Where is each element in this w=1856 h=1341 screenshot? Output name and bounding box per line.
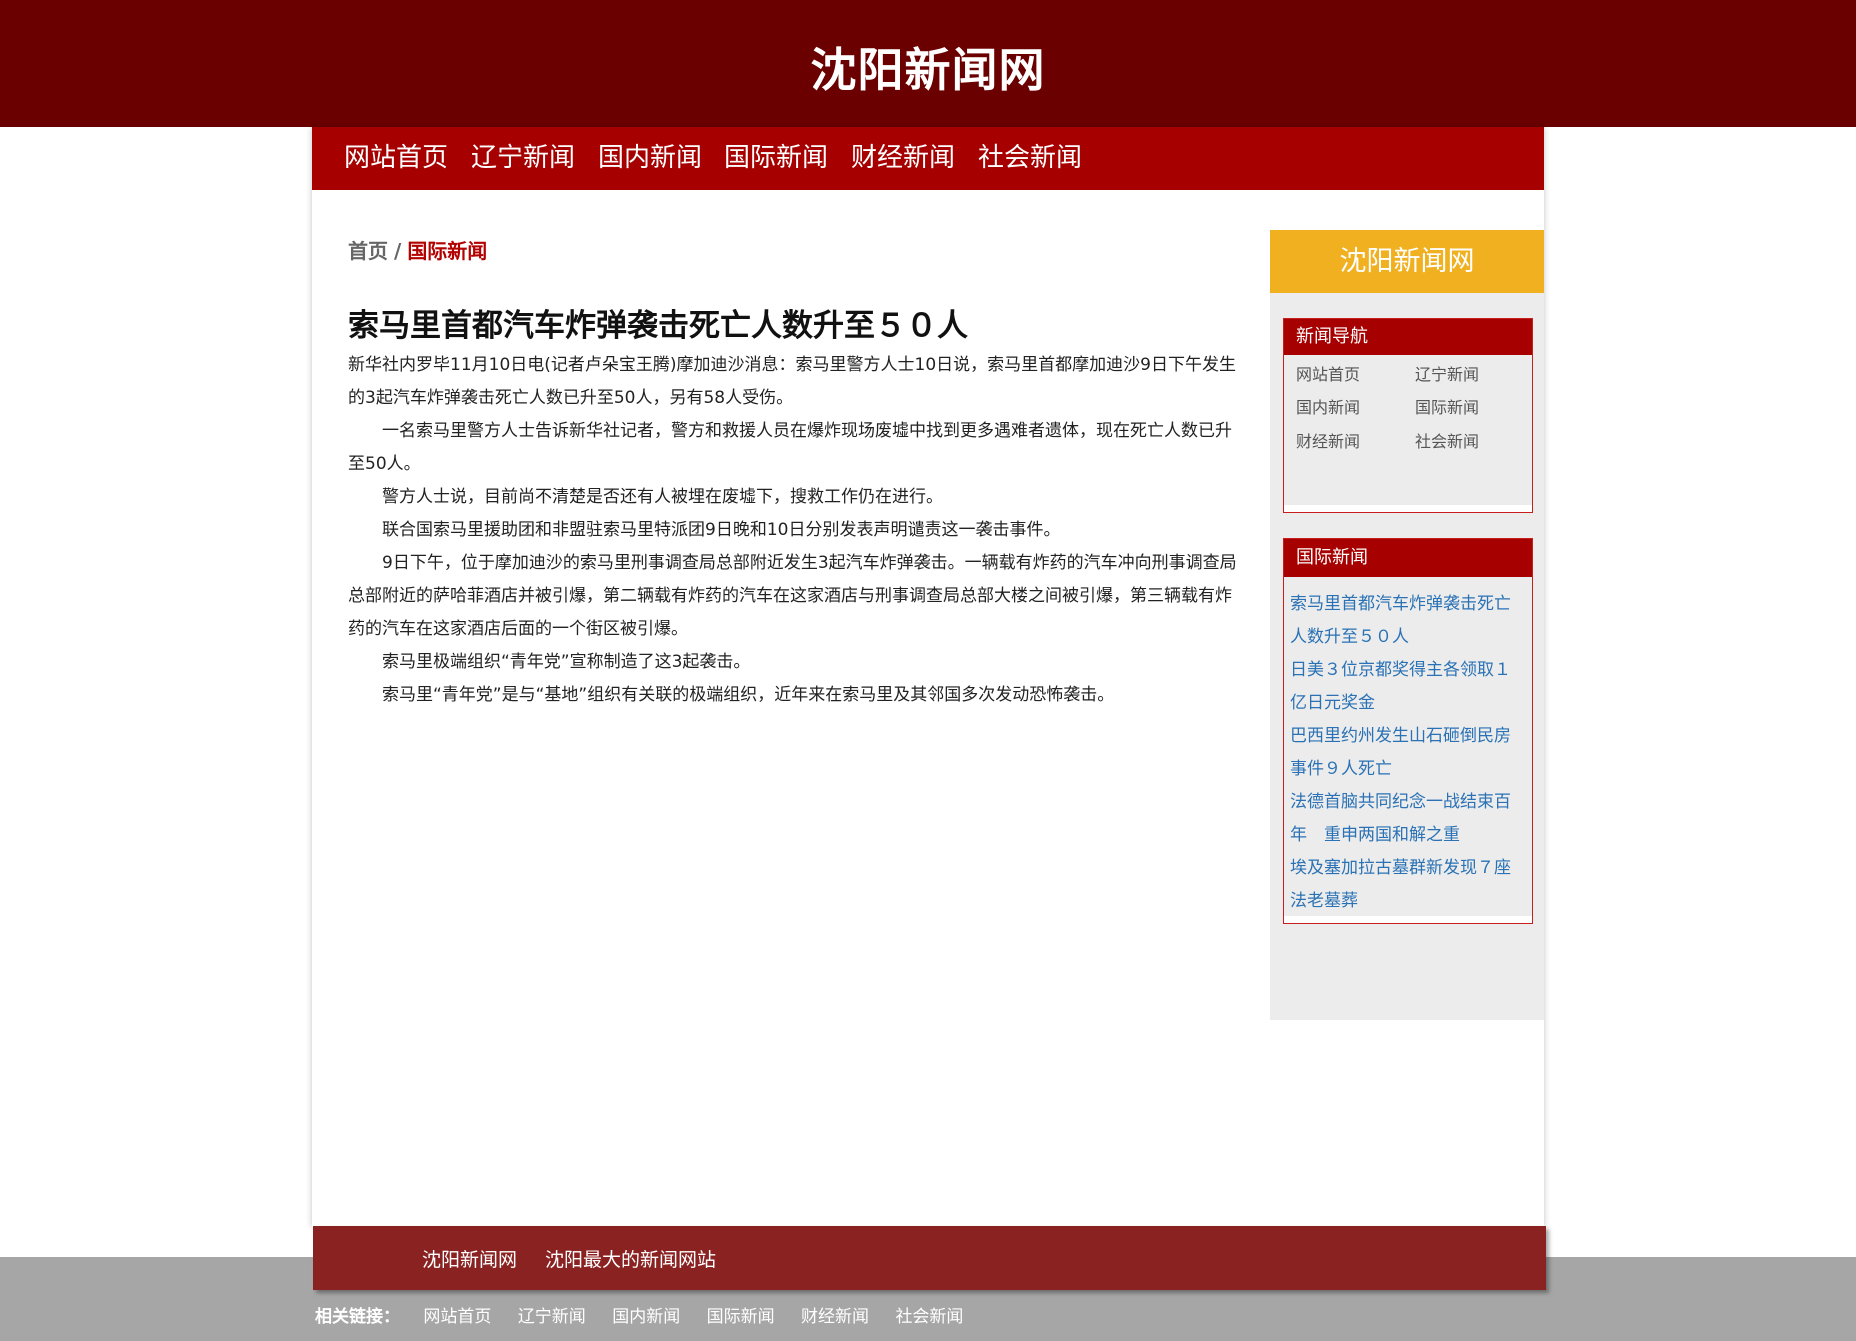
article-paragraph: 联合国索马里援助团和非盟驻索马里特派团9日晚和10日分别发表声明谴责这一袭击事件… [382,520,1061,540]
sidenav-item-finance[interactable]: 财经新闻 [1296,428,1360,452]
site-title: 沈阳新闻网 [810,43,1046,97]
breadcrumb-home[interactable]: 首页 [348,239,388,263]
article-body: 新华社内罗毕11月10日电(记者卢朵宝王腾)摩加迪沙消息：索马里警方人士10日说… [348,349,1248,712]
footer-bar: 沈阳新闻网 沈阳最大的新闻网站 [313,1226,1546,1290]
related-link-finance[interactable]: 财经新闻 [801,1307,869,1327]
breadcrumb: 首页 / 国际新闻 [348,235,487,264]
footer-slogan: 沈阳最大的新闻网站 [545,1249,717,1271]
article-paragraph: 警方人士说，目前尚不清楚是否还有人被埋在废墟下，搜救工作仍在进行。 [382,487,943,507]
sidenav-item-society[interactable]: 社会新闻 [1415,428,1479,452]
intl-news-link[interactable]: 埃及塞加拉古墓群新发现７座法老墓葬 [1290,852,1522,918]
intl-news-box: 国际新闻 索马里首都汽车炸弹袭击死亡人数升至５０人 日美３位京都奖得主各领取１亿… [1283,538,1533,924]
nav-item-international[interactable]: 国际新闻 [724,141,828,175]
sidenav-item-home[interactable]: 网站首页 [1296,361,1360,385]
intl-news-title: 国际新闻 [1284,539,1532,577]
article-paragraph: 一名索马里警方人士告诉新华社记者，警方和救援人员在爆炸现场废墟中找到更多遇难者遗… [348,421,1232,474]
article-paragraph: 索马里“青年党”是与“基地”组织有关联的极端组织，近年来在索马里及其邻国多次发动… [382,685,1115,705]
article-paragraph: 9日下午，位于摩加迪沙的索马里刑事调查局总部附近发生3起汽车炸弹袭击。一辆载有炸… [348,553,1237,639]
nav-item-liaoning[interactable]: 辽宁新闻 [471,141,575,175]
nav-item-society[interactable]: 社会新闻 [978,141,1082,175]
nav-item-domestic[interactable]: 国内新闻 [598,141,702,175]
sidenav-item-domestic[interactable]: 国内新闻 [1296,394,1360,418]
nav-item-finance[interactable]: 财经新闻 [851,141,955,175]
breadcrumb-current[interactable]: 国际新闻 [407,239,487,263]
sidenav-item-liaoning[interactable]: 辽宁新闻 [1415,361,1479,385]
news-nav-title: 新闻导航 [1284,319,1532,355]
intl-news-list: 索马里首都汽车炸弹袭击死亡人数升至５０人 日美３位京都奖得主各领取１亿日元奖金 … [1284,577,1532,916]
main-nav: 网站首页 辽宁新闻 国内新闻 国际新闻 财经新闻 社会新闻 [312,127,1544,190]
related-link-international[interactable]: 国际新闻 [707,1307,775,1327]
news-nav-grid: 网站首页 辽宁新闻 国内新闻 国际新闻 财经新闻 社会新闻 [1284,355,1532,505]
related-links: 相关链接： 网站首页 辽宁新闻 国内新闻 国际新闻 财经新闻 社会新闻 [315,1302,984,1327]
news-nav-box: 新闻导航 网站首页 辽宁新闻 国内新闻 国际新闻 财经新闻 社会新闻 [1283,318,1533,513]
sidebar-header: 沈阳新闻网 [1270,230,1544,293]
intl-news-link[interactable]: 巴西里约州发生山石砸倒民房事件９人死亡 [1290,720,1522,786]
article-paragraph: 索马里极端组织“青年党”宣称制造了这3起袭击。 [382,652,751,672]
article-title: 索马里首都汽车炸弹袭击死亡人数升至５０人 [348,308,968,344]
related-link-domestic[interactable]: 国内新闻 [612,1307,680,1327]
intl-news-link[interactable]: 日美３位京都奖得主各领取１亿日元奖金 [1290,654,1522,720]
related-link-home[interactable]: 网站首页 [423,1307,491,1327]
related-link-society[interactable]: 社会新闻 [895,1307,963,1327]
intl-news-link[interactable]: 法德首脑共同纪念一战结束百年 重申两国和解之重 [1290,786,1522,852]
sidenav-item-international[interactable]: 国际新闻 [1415,394,1479,418]
related-links-label: 相关链接： [315,1307,400,1327]
article-paragraph: 新华社内罗毕11月10日电(记者卢朵宝王腾)摩加迪沙消息：索马里警方人士10日说… [348,355,1236,408]
related-link-liaoning[interactable]: 辽宁新闻 [518,1307,586,1327]
footer-site-name: 沈阳新闻网 [422,1249,518,1271]
nav-item-home[interactable]: 网站首页 [344,141,448,175]
breadcrumb-separator: / [394,239,402,263]
intl-news-link[interactable]: 索马里首都汽车炸弹袭击死亡人数升至５０人 [1290,588,1522,654]
